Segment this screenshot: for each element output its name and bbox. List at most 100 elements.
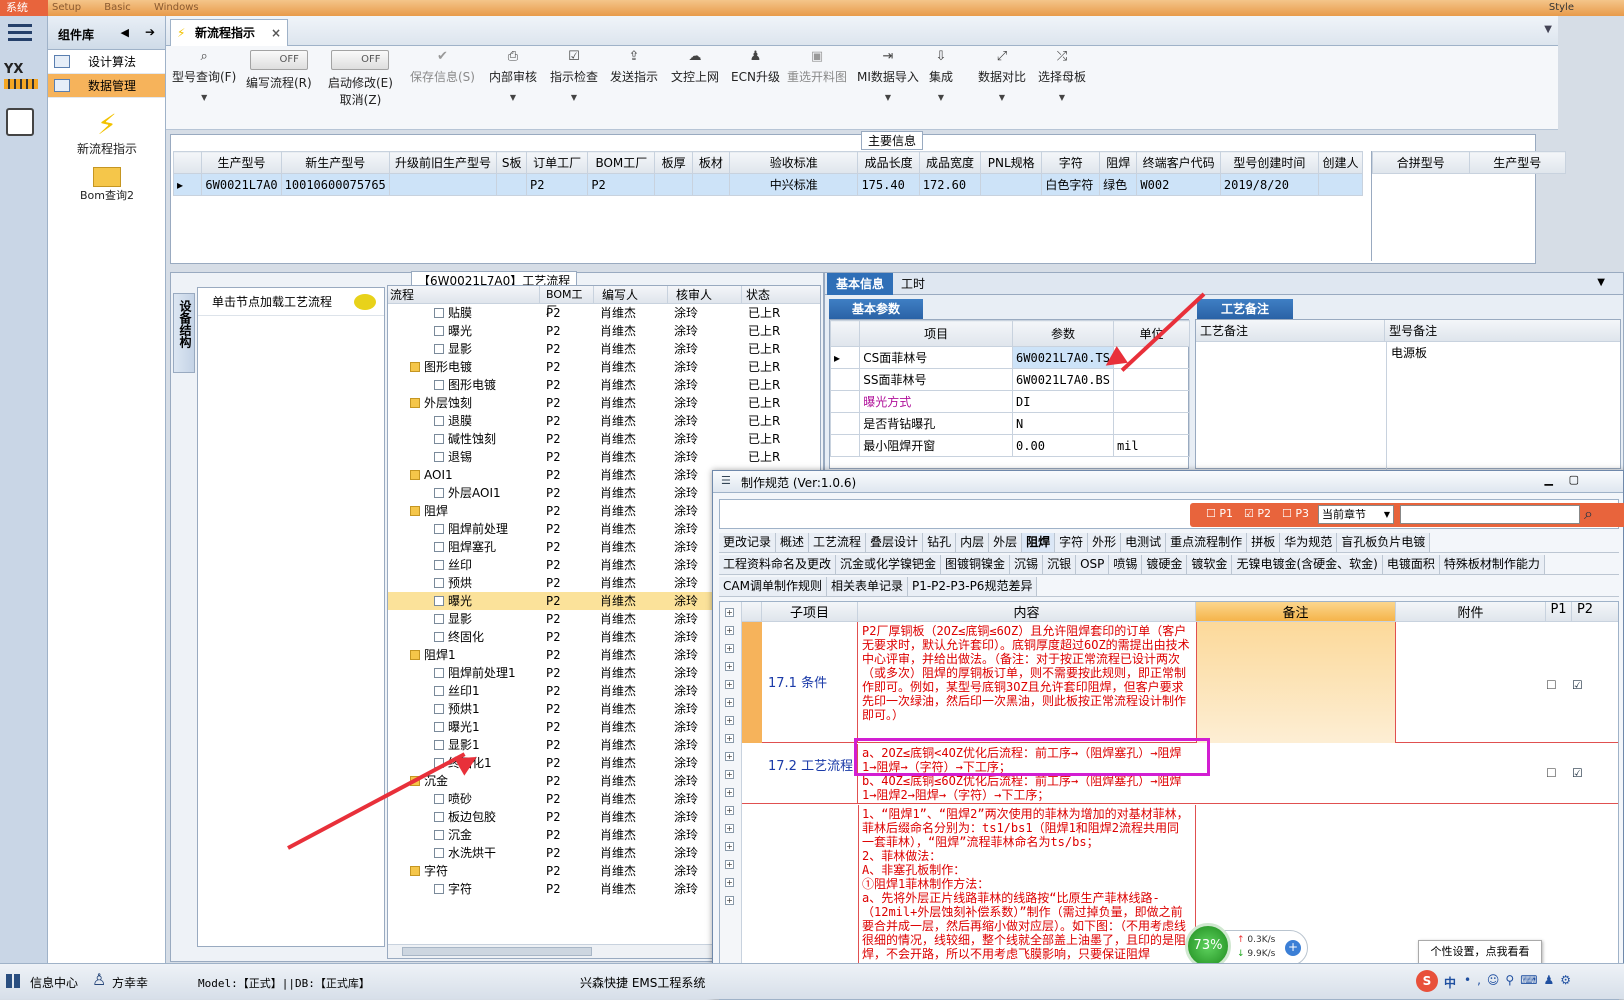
spec-tab[interactable]: 图镀铜镍金 <box>941 555 1011 574</box>
process-tree-row[interactable]: 外层蚀刻 P2 肖维杰 涂玲 已上R <box>388 394 820 412</box>
column-header[interactable]: 合拼型号 <box>1372 151 1470 174</box>
grid-cell[interactable]: 10010600075765 <box>280 173 390 196</box>
spec-tab[interactable]: 工程资料命名及更改 <box>719 555 837 574</box>
expand-icon[interactable]: + <box>725 896 734 905</box>
grid-cell[interactable]: 2019/8/20 <box>1219 173 1319 196</box>
param-row[interactable]: 曝光方式 DI <box>829 390 1191 413</box>
spec-tab[interactable]: 内层 <box>956 533 990 552</box>
spec-tab[interactable]: 外层 <box>989 533 1023 552</box>
spec-tab[interactable]: 沉金或化学镍钯金 <box>836 555 942 574</box>
menu-basic[interactable]: Basic <box>104 2 130 13</box>
grid-cell[interactable] <box>691 173 731 196</box>
maximize-icon[interactable]: ▢ <box>1569 473 1579 486</box>
spec-tab[interactable]: 叠层设计 <box>866 533 924 552</box>
spec-tab[interactable]: 沉锡 <box>1010 555 1044 574</box>
grid-cell[interactable]: 白色字符 <box>1041 173 1101 196</box>
column-header[interactable]: 成品长度 <box>857 151 920 174</box>
edit-flow-toggle[interactable]: OFF 编写流程(R) <box>246 50 312 91</box>
toggle-switch[interactable]: OFF <box>249 50 308 70</box>
spec-tab[interactable]: OSP <box>1076 555 1110 574</box>
expand-icon[interactable]: + <box>725 842 734 851</box>
filter-p1[interactable]: ☐ P1 <box>1206 507 1233 520</box>
spec-tab[interactable]: 相关表单记录 <box>826 577 908 596</box>
grid-cell[interactable]: 175.40 <box>857 173 920 196</box>
spec-tab[interactable]: 拼板 <box>1247 533 1281 552</box>
tool-new-flow[interactable]: ⚡ 新流程指示 <box>48 110 166 157</box>
grid-cell[interactable] <box>388 173 498 196</box>
chevron-down-icon[interactable]: ▼ <box>1597 277 1605 288</box>
toggle-switch[interactable]: OFF <box>331 50 390 70</box>
column-header[interactable]: 终端客户代码 <box>1136 151 1221 174</box>
row-indicator[interactable]: ▸ <box>173 173 203 196</box>
internal-review-button[interactable]: ⎙ 内部审核 ▼ <box>489 50 537 103</box>
expand-icon[interactable]: + <box>725 788 734 797</box>
column-header[interactable]: 项目 <box>859 320 1014 347</box>
spec-tab[interactable]: 电镀面积 <box>1382 555 1440 574</box>
filter-p3[interactable]: ☐ P3 <box>1282 507 1309 520</box>
column-header[interactable]: BOM工厂 <box>540 286 594 317</box>
spec-tab[interactable]: 无镍电镀金(含硬金、软金) <box>1232 555 1383 574</box>
param-value-cell[interactable]: 6W0021L7A0.BS <box>1012 368 1114 391</box>
expand-icon[interactable]: + <box>725 770 734 779</box>
spec-tab[interactable]: 阻焊 <box>1022 533 1056 552</box>
spec-tab[interactable]: CAM调单制作规则 <box>719 577 827 596</box>
process-tree-row[interactable]: 退膜 P2 肖维杰 涂玲 已上R <box>388 412 820 430</box>
param-value-cell[interactable]: DI <box>1012 390 1114 413</box>
yx-logo-icon[interactable]: YX <box>4 62 38 96</box>
chevron-down-icon[interactable]: ▼ <box>1544 24 1552 35</box>
spec-tab[interactable]: 沉银 <box>1043 555 1077 574</box>
column-header[interactable]: 成品宽度 <box>918 151 982 174</box>
param-row[interactable]: 是否背钻曝孔 N <box>829 412 1191 435</box>
spec-tab[interactable]: 字符 <box>1055 533 1089 552</box>
grid-cell[interactable]: 中兴标准 <box>729 173 859 196</box>
tab-basic-info[interactable]: 基本信息 <box>827 273 893 295</box>
cancel-label[interactable]: 取消(Z) <box>328 91 393 108</box>
remark-cell[interactable] <box>1196 622 1396 743</box>
process-tree-row[interactable]: 碱性蚀刻 P2 肖维杰 涂玲 已上R <box>388 430 820 448</box>
spec-tab[interactable]: 镀硬金 <box>1142 555 1188 574</box>
collapse-left-icon[interactable]: ◀ <box>121 26 129 39</box>
spec-tab[interactable]: 钻孔 <box>923 533 957 552</box>
filter-p2[interactable]: ☑ P2 <box>1244 507 1271 520</box>
spec-tab[interactable]: 喷锡 <box>1109 555 1143 574</box>
spec-row-17-1[interactable]: 17.1 条件 P2厂厚铜板（2OZ≤底铜≤6OZ）且允许阻焊套印的订单（客户无… <box>742 622 1618 743</box>
column-header[interactable]: PNL规格 <box>980 151 1043 174</box>
param-unit-cell[interactable]: mil <box>1112 434 1191 457</box>
column-header[interactable]: 工艺备注 <box>1196 320 1386 341</box>
expand-icon[interactable]: + <box>725 662 734 671</box>
grid-cell[interactable]: P2 <box>587 173 656 196</box>
spec-tab[interactable]: 盲孔板负片电镀 <box>1337 533 1431 552</box>
ime-mode[interactable]: 中 <box>1444 974 1456 991</box>
param-unit-cell[interactable] <box>1112 368 1191 391</box>
param-unit-cell[interactable] <box>1112 390 1191 413</box>
param-row[interactable]: SS面菲林号 6W0021L7A0.BS <box>829 368 1191 391</box>
column-header[interactable]: 创建人 <box>1317 151 1363 174</box>
info-center-link[interactable]: 信息中心 <box>30 974 78 991</box>
column-header[interactable]: BOM工厂 <box>587 151 656 174</box>
column-header[interactable]: 附件 <box>1396 602 1546 621</box>
param-row[interactable]: 最小阻焊开窗 0.00 mil <box>829 434 1191 457</box>
column-header[interactable]: 内容 <box>858 602 1196 621</box>
expand-icon[interactable]: + <box>725 626 734 635</box>
tab-process-remark[interactable]: 工艺备注 <box>1197 299 1293 319</box>
spec-tab[interactable]: P1-P2-P3-P6规范差异 <box>907 577 1038 596</box>
expand-icon[interactable]: + <box>725 878 734 887</box>
param-value-cell[interactable]: N <box>1012 412 1114 435</box>
param-item-cell[interactable]: 曝光方式 <box>859 390 1014 413</box>
spec-tab[interactable]: 概述 <box>776 533 810 552</box>
process-tree-row[interactable]: 曝光 P2 肖维杰 涂玲 已上R <box>388 322 820 340</box>
p1-checkbox[interactable]: ☐ <box>1546 766 1557 780</box>
column-header[interactable]: P1 <box>1546 602 1572 621</box>
tab-work-hours[interactable]: 工时 <box>901 273 925 295</box>
expand-icon[interactable]: + <box>725 806 734 815</box>
expand-icon[interactable]: + <box>725 752 734 761</box>
p1-checkbox[interactable]: ☐ <box>1546 678 1557 692</box>
tool-bom-query[interactable]: Bom查询2 <box>48 167 166 203</box>
column-header[interactable]: P2 <box>1572 602 1598 621</box>
param-item-cell[interactable]: CS面菲林号 <box>859 346 1014 369</box>
process-tree-row[interactable]: 贴膜 P2 肖维杰 涂玲 已上R <box>388 304 820 322</box>
spec-tab[interactable]: 电测试 <box>1121 533 1167 552</box>
column-header[interactable]: 阻焊 <box>1099 151 1138 174</box>
spec-tab[interactable]: 华为规范 <box>1280 533 1338 552</box>
ime-toolbar-icons[interactable]: •,☺⚲⌨♟⚙ <box>1464 973 1577 987</box>
